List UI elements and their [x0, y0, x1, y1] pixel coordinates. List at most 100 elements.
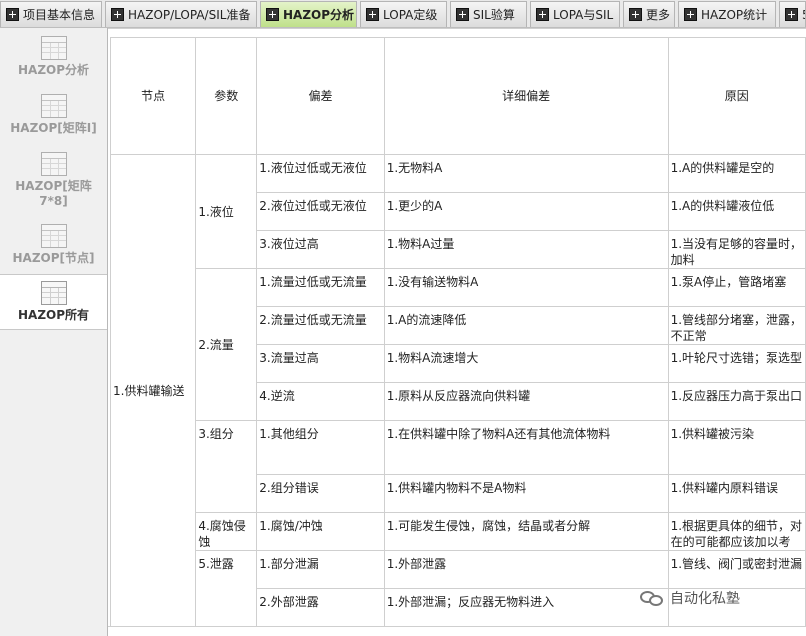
cause-cell[interactable]: 1.供料罐内原料错误: [667, 474, 806, 513]
sidebar-item-label: HAZOP[矩阵7*8]: [15, 179, 92, 208]
tab-expand-icon: [6, 8, 19, 21]
table-row[interactable]: 3.组分 1.其他组分 1.在供料罐中除了物料A还有其他流体物料 1.供料罐被污…: [111, 420, 806, 513]
deviation-cell[interactable]: 2.外部泄露: [256, 588, 385, 627]
tab-label: HAZOP统计: [701, 8, 768, 22]
tab-lopa-and-sil[interactable]: LOPA与SIL: [530, 1, 620, 27]
cause-cell[interactable]: 1.反应器压力高于泵出口: [667, 382, 806, 421]
tab-label: LOPA定级: [383, 8, 438, 22]
cause-cell[interactable]: 1.A的供料罐是空的: [667, 154, 806, 193]
table-icon: [40, 224, 67, 248]
table-icon: [40, 152, 67, 176]
detail-cell[interactable]: 1.无物料A: [383, 154, 669, 193]
hazop-table: 节点 参数 偏差 详细偏差 原因 1.供料罐输送 1.液位 1.液位过低或无液位…: [109, 37, 806, 627]
node-cell[interactable]: 1.供料罐输送: [109, 154, 197, 627]
tab-expand-icon: [684, 8, 697, 21]
detail-cell[interactable]: 1.更少的A: [383, 192, 669, 231]
tab-expand-icon: [536, 8, 549, 21]
table-icon: [40, 94, 67, 118]
cause-cell[interactable]: 1.叶轮尺寸选错；泵选型: [667, 344, 806, 383]
tab-expand-icon: [629, 8, 642, 21]
detail-cell[interactable]: 1.物料A过量: [383, 230, 669, 269]
hazop-table-area: 节点 参数 偏差 详细偏差 原因 1.供料罐输送 1.液位 1.液位过低或无液位…: [108, 28, 806, 636]
tab-sil-verification[interactable]: SIL验算: [450, 1, 527, 27]
table-icon: [40, 36, 67, 60]
cause-cell[interactable]: 1.供料罐被污染: [667, 420, 806, 475]
sidebar-item-hazop-matrix-7x8[interactable]: HAZOP[矩阵7*8]: [0, 152, 107, 214]
column-header-detailed-deviation[interactable]: 详细偏差: [383, 37, 669, 155]
column-header-deviation[interactable]: 偏差: [256, 37, 385, 155]
tab-hazop-statistics[interactable]: HAZOP统计: [678, 1, 776, 27]
detail-cell[interactable]: 1.A的流速降低: [383, 306, 669, 345]
tab-hazop-lopa-sil-prep[interactable]: HAZOP/LOPA/SIL准备: [105, 1, 257, 27]
watermark-text: 自动化私塾: [670, 591, 740, 607]
sidebar-item-hazop-all[interactable]: HAZOP所有: [0, 274, 107, 330]
deviation-cell[interactable]: 2.组分错误: [256, 474, 385, 513]
tab-expand-icon: [266, 8, 279, 21]
cause-cell[interactable]: 1.管线、阀门或密封泄漏: [667, 550, 806, 589]
tab-hazop-analysis[interactable]: HAZOP分析: [260, 1, 357, 27]
detail-cell[interactable]: 1.外部泄露: [383, 550, 669, 589]
table-row[interactable]: 4.腐蚀侵蚀 1.腐蚀/冲蚀 1.可能发生侵蚀，腐蚀，结晶或者分解 1.根据更具…: [111, 512, 806, 551]
sidebar-item-label: HAZOP[节点]: [12, 251, 95, 265]
deviation-cell[interactable]: 2.液位过低或无液位: [256, 192, 385, 231]
column-header-parameter[interactable]: 参数: [195, 37, 258, 155]
detail-cell[interactable]: 1.原料从反应器流向供料罐: [383, 382, 669, 421]
cause-cell[interactable]: 1.泵A停止，管路堵塞: [667, 268, 806, 307]
tab-label: 更多: [646, 8, 671, 22]
deviation-cell[interactable]: 4.逆流: [256, 382, 385, 421]
tab-label: HAZOP分析: [283, 8, 355, 22]
sidebar-item-hazop-node[interactable]: HAZOP[节点]: [0, 224, 107, 272]
tab-label: 项目基本信息: [23, 8, 96, 22]
tab-label: SIL验算: [473, 8, 515, 22]
tab-label: LOPA与SIL: [553, 8, 614, 22]
tab-expand-icon: [111, 8, 124, 21]
parameter-cell[interactable]: 5.泄露: [195, 550, 258, 627]
tab-label: 5: [802, 8, 805, 22]
parameter-cell[interactable]: 1.液位: [195, 154, 258, 269]
parameter-cell[interactable]: 2.流量: [195, 268, 258, 421]
cause-cell[interactable]: 1.A的供料罐液位低: [667, 192, 806, 231]
wechat-icon: [640, 589, 666, 607]
sidebar-item-hazop-matrix-i[interactable]: HAZOP[矩阵I]: [0, 94, 107, 142]
cause-cell[interactable]: 1.根据更具体的细节，对在的可能都应该加以考: [667, 512, 806, 551]
top-tab-bar: 项目基本信息 HAZOP/LOPA/SIL准备 HAZOP分析 LOPA定级 S…: [0, 0, 806, 28]
sidebar-item-label: HAZOP[矩阵I]: [10, 121, 97, 135]
parameter-cell[interactable]: 4.腐蚀侵蚀: [195, 512, 258, 551]
watermark: 自动化私塾: [640, 588, 740, 608]
deviation-cell[interactable]: 1.流量过低或无流量: [256, 268, 385, 307]
tab-label: HAZOP/LOPA/SIL准备: [128, 8, 251, 22]
detail-cell[interactable]: 1.没有输送物料A: [383, 268, 669, 307]
tab-more[interactable]: 更多: [623, 1, 675, 27]
tab-overflow[interactable]: 5: [779, 1, 806, 27]
table-row[interactable]: 5.泄露 1.部分泄漏 1.外部泄露 1.管线、阀门或密封泄漏: [111, 550, 806, 627]
cause-cell[interactable]: 1.管线部分堵塞，泄露，不正常: [667, 306, 806, 345]
tab-expand-icon: [785, 8, 798, 21]
tab-project-info[interactable]: 项目基本信息: [0, 1, 102, 27]
detail-cell[interactable]: 1.外部泄漏；反应器无物料进入: [383, 588, 669, 627]
detail-cell[interactable]: 1.物料A流速增大: [383, 344, 669, 383]
tab-lopa-rating[interactable]: LOPA定级: [360, 1, 447, 27]
table-row[interactable]: 1.供料罐输送 1.液位 1.液位过低或无液位 1.无物料A 1.A的供料罐是空…: [109, 154, 806, 627]
detail-cell[interactable]: 1.在供料罐中除了物料A还有其他流体物料: [383, 420, 669, 475]
sidebar-item-label: HAZOP分析: [17, 63, 90, 77]
deviation-cell[interactable]: 3.流量过高: [256, 344, 385, 383]
deviation-cell[interactable]: 3.液位过高: [256, 230, 385, 269]
deviation-cell[interactable]: 1.其他组分: [256, 420, 385, 475]
table-row[interactable]: 2.流量 1.流量过低或无流量 1.没有输送物料A 1.泵A停止，管路堵塞: [111, 268, 806, 421]
deviation-cell[interactable]: 2.流量过低或无流量: [256, 306, 385, 345]
column-header-cause[interactable]: 原因: [667, 37, 806, 155]
deviation-cell[interactable]: 1.腐蚀/冲蚀: [256, 512, 385, 551]
tab-expand-icon: [456, 8, 469, 21]
table-bottom-border: [108, 626, 806, 627]
sidebar-item-hazop-analysis[interactable]: HAZOP分析: [0, 36, 107, 84]
table-icon: [40, 281, 67, 305]
detail-cell[interactable]: 1.供料罐内物料不是A物料: [383, 474, 669, 513]
deviation-cell[interactable]: 1.部分泄漏: [256, 550, 385, 589]
detail-cell[interactable]: 1.可能发生侵蚀，腐蚀，结晶或者分解: [383, 512, 669, 551]
column-header-node[interactable]: 节点: [109, 37, 197, 155]
sidebar: HAZOP分析 HAZOP[矩阵I] HAZOP[矩阵7*8] HAZOP[节点…: [0, 28, 108, 636]
parameter-cell[interactable]: 3.组分: [195, 420, 258, 513]
cause-cell[interactable]: 1.当没有足够的容量时，加料: [667, 230, 806, 269]
tab-expand-icon: [366, 8, 379, 21]
deviation-cell[interactable]: 1.液位过低或无液位: [256, 154, 385, 193]
